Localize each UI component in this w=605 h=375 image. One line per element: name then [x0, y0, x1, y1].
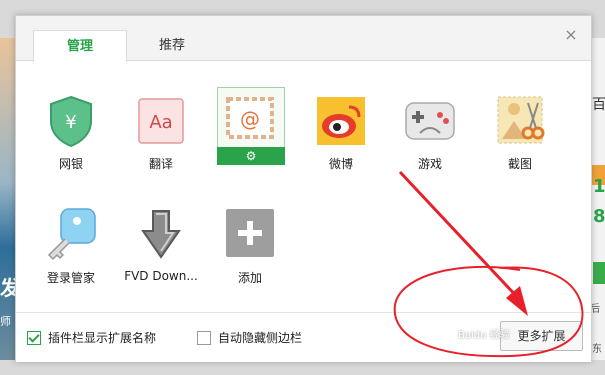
extension-label: 截图: [507, 157, 532, 171]
add-extension-button[interactable]: 添加: [210, 207, 290, 286]
background-text-right-1: 百: [592, 97, 605, 113]
auto-hide-sidebar-checkbox[interactable]: 自动隐藏侧边栏: [197, 329, 302, 346]
extension-label: 网银: [58, 157, 83, 171]
extension-games[interactable]: 游戏: [390, 93, 470, 172]
download-arrow-icon: [133, 207, 189, 263]
extension-screenshot[interactable]: 截图: [480, 93, 560, 172]
login-key-icon: [43, 207, 99, 263]
show-names-checkbox[interactable]: 插件栏显示扩展名称: [27, 329, 156, 346]
more-extensions-button[interactable]: 更多扩展: [500, 321, 583, 351]
watermark-text: Baidu 经验: [458, 330, 510, 341]
svg-text:¥: ¥: [65, 112, 76, 133]
background-window-right: 百 10 80 后 东: [590, 38, 605, 360]
background-text-left-small: 师: [0, 315, 11, 328]
background-window-left: [0, 38, 16, 360]
extension-email[interactable]: @: [210, 91, 290, 147]
background-text-right-5: 东: [592, 344, 602, 355]
extension-login-manager[interactable]: 登录管家: [31, 207, 111, 286]
background-text-right-2: 10: [593, 176, 605, 197]
show-names-label: 插件栏显示扩展名称: [48, 331, 157, 345]
email-icon: @: [222, 91, 278, 147]
extension-bank[interactable]: ¥ 网银: [31, 93, 111, 172]
extension-manager-dialog: 管理 推荐 × ⚙ ¥ 网银 Aa 翻译 @ 微博 游戏 截图 登录管家 FVD…: [15, 15, 592, 362]
extension-label: 微博: [328, 157, 353, 171]
translate-icon: Aa: [133, 93, 189, 149]
screenshot-scissors-icon: [492, 93, 548, 149]
auto-hide-label: 自动隐藏侧边栏: [218, 331, 303, 345]
gamepad-icon: [402, 93, 458, 149]
checkbox-checked-icon: [27, 330, 41, 345]
extension-label: 登录管家: [46, 271, 95, 285]
extension-weibo[interactable]: 微博: [301, 93, 381, 172]
checkbox-unchecked-icon: [197, 330, 211, 345]
extension-fvd-downloader[interactable]: FVD Down...: [121, 207, 201, 283]
close-button[interactable]: ×: [563, 27, 579, 43]
extension-label: 添加: [237, 271, 262, 285]
svg-text:Aa: Aa: [149, 112, 172, 133]
bank-shield-icon: ¥: [43, 93, 99, 149]
tab-bar: 管理 推荐 ×: [16, 16, 591, 62]
tab-recommend[interactable]: 推荐: [126, 30, 218, 61]
extension-translate[interactable]: Aa 翻译: [121, 93, 201, 172]
svg-text:@: @: [240, 107, 260, 131]
extension-label: 游戏: [417, 157, 442, 171]
extension-settings-button[interactable]: ⚙: [217, 147, 285, 165]
background-green-block: [593, 262, 605, 284]
background-text-right-3: 80: [593, 206, 605, 227]
add-icon: [222, 207, 278, 263]
extension-label: FVD Down...: [124, 269, 198, 283]
tab-manage[interactable]: 管理: [33, 30, 127, 62]
extension-label: 翻译: [148, 157, 173, 171]
weibo-icon: [313, 93, 369, 149]
